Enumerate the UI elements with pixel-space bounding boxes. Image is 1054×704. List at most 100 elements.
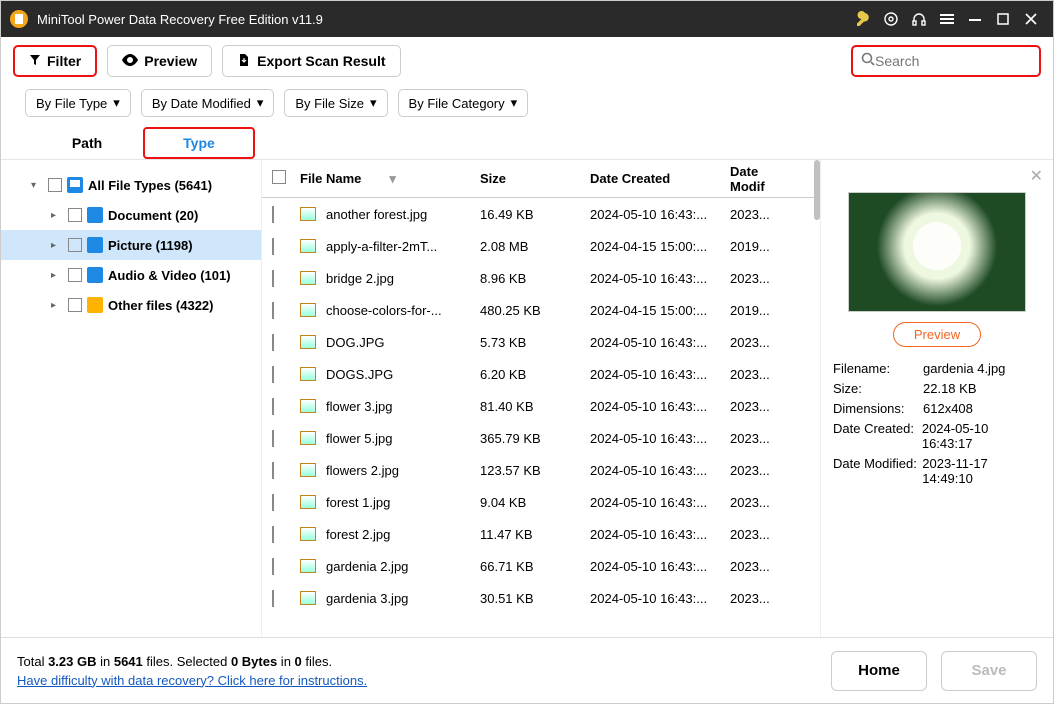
- file-modified: 2023...: [730, 431, 790, 446]
- open-preview-button[interactable]: Preview: [893, 322, 981, 347]
- caret-down-icon: ▾: [31, 180, 43, 191]
- checkbox[interactable]: [272, 398, 274, 415]
- table-row[interactable]: DOG.JPG5.73 KB2024-05-10 16:43:...2023..…: [262, 326, 820, 358]
- funnel-icon: [29, 53, 41, 69]
- caret-right-icon: ▸: [51, 240, 63, 251]
- col-modified[interactable]: Date Modif: [730, 164, 790, 194]
- chip-date-modified[interactable]: By Date Modified▾: [141, 89, 275, 117]
- save-button[interactable]: Save: [941, 651, 1037, 691]
- meta-filename-key: Filename:: [833, 361, 923, 376]
- tree-item[interactable]: ▸Document (20): [1, 200, 261, 230]
- checkbox[interactable]: [272, 206, 274, 223]
- tree-item[interactable]: ▸Picture (1198): [1, 230, 261, 260]
- table-row[interactable]: flowers 2.jpg123.57 KB2024-05-10 16:43:.…: [262, 454, 820, 486]
- table-row[interactable]: flower 3.jpg81.40 KB2024-05-10 16:43:...…: [262, 390, 820, 422]
- export-icon: [237, 53, 251, 70]
- file-created: 2024-05-10 16:43:...: [590, 399, 730, 414]
- checkbox[interactable]: [68, 268, 82, 282]
- tree-item[interactable]: ▸Other files (4322): [1, 290, 261, 320]
- tab-type[interactable]: Type: [143, 127, 255, 159]
- table-row[interactable]: gardenia 2.jpg66.71 KB2024-05-10 16:43:.…: [262, 550, 820, 582]
- file-created: 2024-05-10 16:43:...: [590, 527, 730, 542]
- checkbox[interactable]: [272, 270, 274, 287]
- filter-button[interactable]: Filter: [13, 45, 97, 77]
- caret-right-icon: ▸: [51, 300, 63, 311]
- chip-file-size[interactable]: By File Size▾: [284, 89, 387, 117]
- close-preview-icon[interactable]: ✕: [1030, 166, 1043, 186]
- checkbox[interactable]: [68, 208, 82, 222]
- checkbox[interactable]: [272, 590, 274, 607]
- app-logo-icon: [9, 9, 29, 29]
- export-button[interactable]: Export Scan Result: [222, 45, 400, 77]
- meta-dim-key: Dimensions:: [833, 401, 923, 416]
- file-name: gardenia 3.jpg: [326, 591, 408, 606]
- file-type-tree: ▾ All File Types (5641) ▸Document (20)▸P…: [1, 160, 261, 637]
- checkbox[interactable]: [272, 302, 274, 319]
- file-created: 2024-05-10 16:43:...: [590, 559, 730, 574]
- table-row[interactable]: choose-colors-for-...480.25 KB2024-04-15…: [262, 294, 820, 326]
- file-size: 480.25 KB: [480, 303, 590, 318]
- table-row[interactable]: forest 2.jpg11.47 KB2024-05-10 16:43:...…: [262, 518, 820, 550]
- file-size: 2.08 MB: [480, 239, 590, 254]
- filter-chip-bar: By File Type▾ By Date Modified▾ By File …: [1, 85, 1053, 127]
- file-size: 6.20 KB: [480, 367, 590, 382]
- tree-item[interactable]: ▸Audio & Video (101): [1, 260, 261, 290]
- file-size: 16.49 KB: [480, 207, 590, 222]
- close-icon[interactable]: [1017, 5, 1045, 33]
- monitor-icon: [67, 177, 83, 193]
- file-created: 2024-05-10 16:43:...: [590, 367, 730, 382]
- search-input[interactable]: [875, 53, 1031, 69]
- checkbox[interactable]: [272, 494, 274, 511]
- checkbox[interactable]: [272, 366, 274, 383]
- file-size: 11.47 KB: [480, 527, 590, 542]
- status-summary: Total 3.23 GB in 5641 files. Selected 0 …: [17, 654, 367, 669]
- tree-root[interactable]: ▾ All File Types (5641): [1, 170, 261, 200]
- meta-size-key: Size:: [833, 381, 923, 396]
- preview-button[interactable]: Preview: [107, 45, 212, 77]
- chip-file-category[interactable]: By File Category▾: [398, 89, 529, 117]
- col-size[interactable]: Size: [480, 171, 590, 186]
- file-created: 2024-04-15 15:00:...: [590, 239, 730, 254]
- file-created: 2024-05-10 16:43:...: [590, 591, 730, 606]
- table-row[interactable]: flower 5.jpg365.79 KB2024-05-10 16:43:..…: [262, 422, 820, 454]
- table-row[interactable]: another forest.jpg16.49 KB2024-05-10 16:…: [262, 198, 820, 230]
- file-name: DOG.JPG: [326, 335, 385, 350]
- checkbox[interactable]: [272, 334, 274, 351]
- table-row[interactable]: apply-a-filter-2mT...2.08 MB2024-04-15 1…: [262, 230, 820, 262]
- checkbox[interactable]: [48, 178, 62, 192]
- checkbox[interactable]: [272, 238, 274, 255]
- table-row[interactable]: gardenia 3.jpg30.51 KB2024-05-10 16:43:.…: [262, 582, 820, 614]
- checkbox[interactable]: [272, 430, 274, 447]
- image-file-icon: [300, 591, 316, 605]
- image-file-icon: [300, 559, 316, 573]
- checkbox[interactable]: [272, 558, 274, 575]
- help-link[interactable]: Have difficulty with data recovery? Clic…: [17, 673, 367, 688]
- chip-file-type[interactable]: By File Type▾: [25, 89, 131, 117]
- tab-path[interactable]: Path: [31, 127, 143, 159]
- checkbox[interactable]: [272, 462, 274, 479]
- key-icon[interactable]: [849, 5, 877, 33]
- checkbox-all[interactable]: [272, 170, 286, 184]
- file-name: DOGS.JPG: [326, 367, 393, 382]
- col-name[interactable]: File Name: [300, 171, 361, 186]
- maximize-icon[interactable]: [989, 5, 1017, 33]
- table-row[interactable]: forest 1.jpg9.04 KB2024-05-10 16:43:...2…: [262, 486, 820, 518]
- home-button[interactable]: Home: [831, 651, 927, 691]
- col-created[interactable]: Date Created: [590, 171, 730, 186]
- disc-icon[interactable]: [877, 5, 905, 33]
- image-file-icon: [300, 335, 316, 349]
- checkbox[interactable]: [272, 526, 274, 543]
- checkbox[interactable]: [68, 238, 82, 252]
- table-row[interactable]: DOGS.JPG6.20 KB2024-05-10 16:43:...2023.…: [262, 358, 820, 390]
- menu-icon[interactable]: [933, 5, 961, 33]
- pic-icon: [87, 237, 103, 253]
- minimize-icon[interactable]: [961, 5, 989, 33]
- search-box[interactable]: [851, 45, 1041, 77]
- file-modified: 2019...: [730, 303, 790, 318]
- checkbox[interactable]: [68, 298, 82, 312]
- meta-created-key: Date Created:: [833, 421, 922, 451]
- headphones-icon[interactable]: [905, 5, 933, 33]
- table-row[interactable]: bridge 2.jpg8.96 KB2024-05-10 16:43:...2…: [262, 262, 820, 294]
- image-file-icon: [300, 527, 316, 541]
- preview-thumbnail: [848, 192, 1026, 312]
